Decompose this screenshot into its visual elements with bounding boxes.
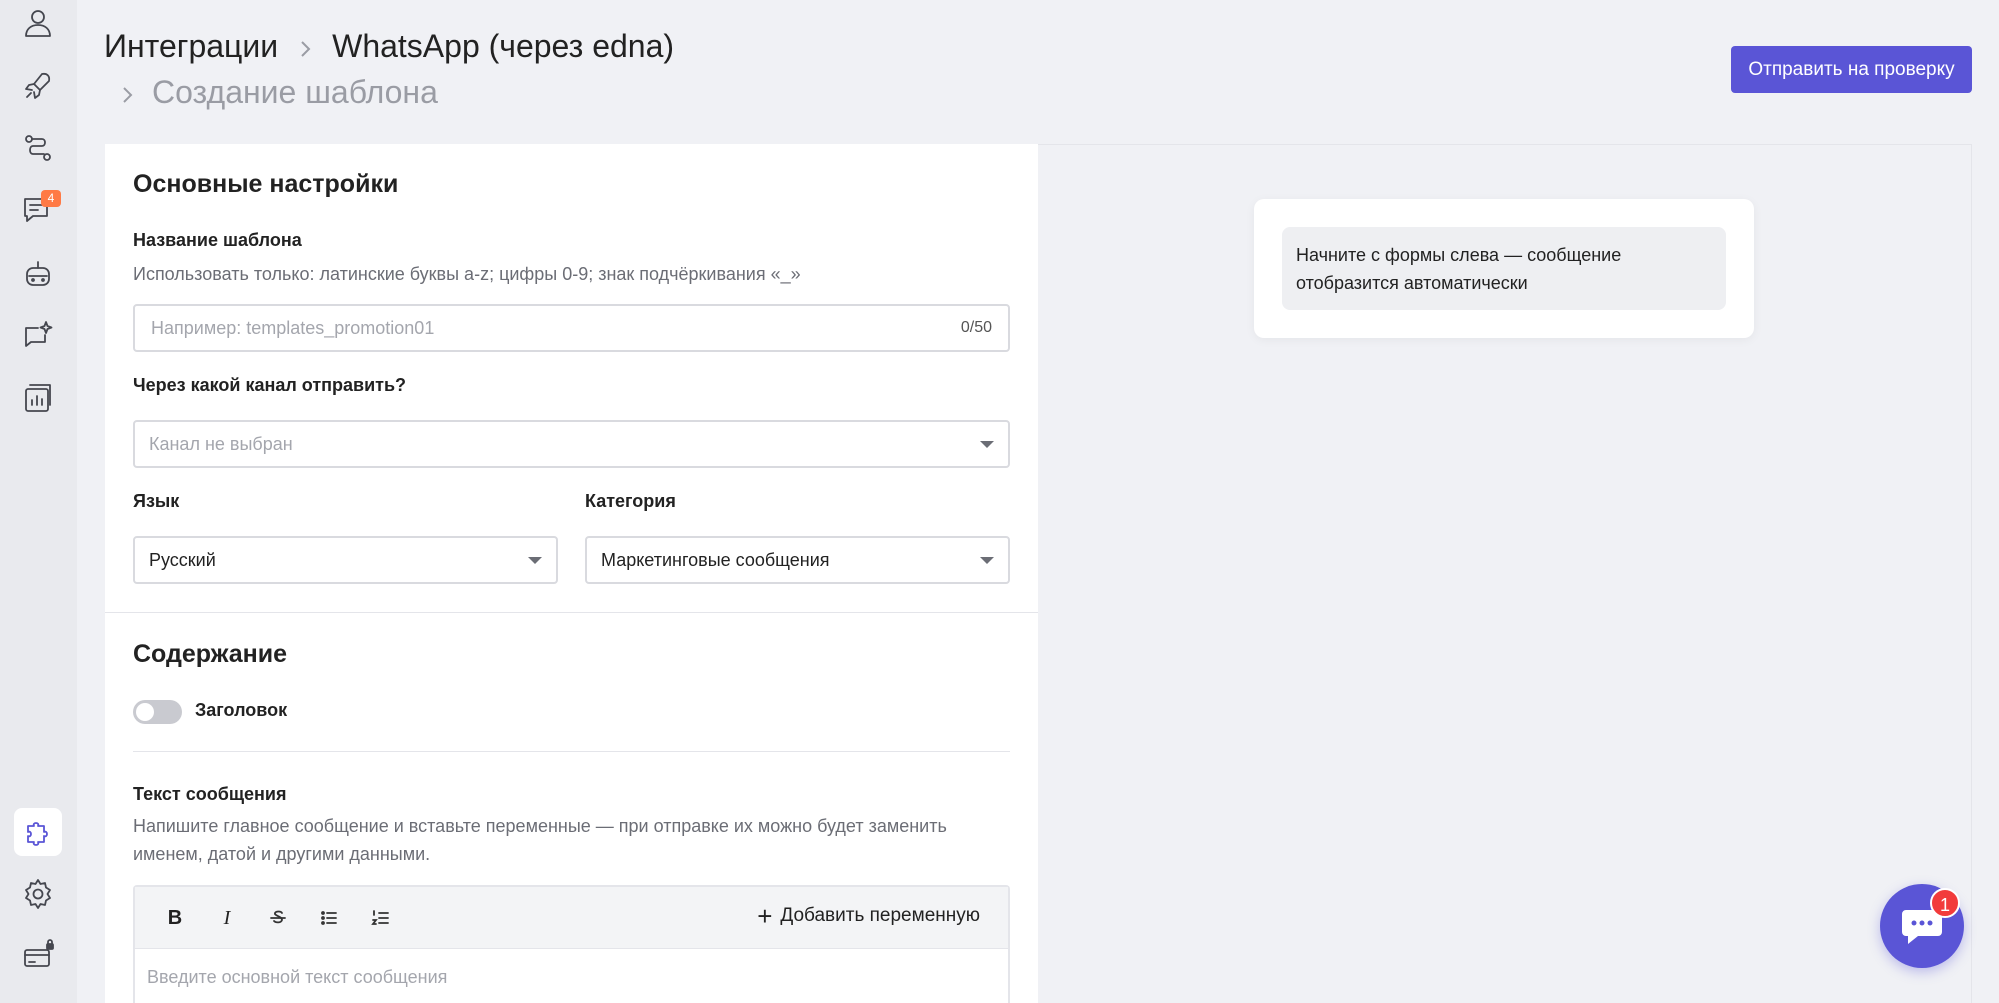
sidebar-item-bots[interactable] bbox=[14, 250, 62, 298]
language-select[interactable]: Русский bbox=[133, 536, 558, 584]
section-divider bbox=[105, 612, 1038, 613]
sidebar-item-settings[interactable] bbox=[14, 870, 62, 918]
template-name-input[interactable]: Например: templates_promotion01 0/50 bbox=[133, 304, 1010, 352]
category-select-value: Маркетинговые сообщения bbox=[601, 549, 830, 570]
channel-select-value: Канал не выбран bbox=[149, 433, 293, 454]
route-icon bbox=[25, 135, 51, 161]
category-select[interactable]: Маркетинговые сообщения bbox=[585, 536, 1010, 584]
bullet-list-button[interactable] bbox=[313, 902, 345, 934]
support-chat-badge: 1 bbox=[1930, 888, 1960, 918]
chevron-down-icon bbox=[528, 556, 542, 564]
sidebar-item-chats[interactable]: 4 bbox=[14, 186, 62, 234]
category-label: Категория bbox=[585, 491, 676, 511]
analytics-icon bbox=[25, 384, 51, 412]
channel-select[interactable]: Канал не выбран bbox=[133, 420, 1010, 468]
preview-message-bubble: Начните с формы слева — сообщение отобра… bbox=[1282, 227, 1726, 310]
basic-settings-title: Основные настройки bbox=[133, 170, 399, 198]
editor-toolbar: B I + Добавить переменную bbox=[135, 887, 1008, 949]
sidebar: 4 bbox=[0, 0, 77, 1003]
breadcrumb-whatsapp[interactable]: WhatsApp (через edna) bbox=[332, 28, 674, 65]
bold-button[interactable]: B bbox=[159, 902, 191, 934]
submit-for-review-button[interactable]: Отправить на проверку bbox=[1731, 46, 1972, 93]
channel-label: Через какой канал отправить? bbox=[133, 375, 407, 395]
chevron-right-icon bbox=[292, 33, 318, 59]
numbered-list-icon bbox=[371, 910, 389, 925]
add-variable-button[interactable]: + Добавить переменную bbox=[757, 901, 980, 931]
language-label: Язык bbox=[133, 491, 180, 511]
template-name-label: Название шаблона bbox=[133, 230, 302, 250]
preview-card: Начните с формы слева — сообщение отобра… bbox=[1254, 199, 1754, 338]
template-name-hint: Использовать только: латинские буквы a-z… bbox=[133, 264, 801, 284]
message-text-hint: Напишите главное сообщение и вставьте пе… bbox=[133, 816, 947, 864]
toggle-knob bbox=[136, 703, 154, 721]
breadcrumb: Интеграции WhatsApp (через edna) Создани… bbox=[104, 24, 674, 114]
puzzle-icon bbox=[27, 822, 48, 846]
sidebar-item-billing[interactable] bbox=[14, 932, 62, 980]
template-form: Основные настройки Название шаблона Испо… bbox=[105, 144, 1038, 1003]
bullet-list-icon bbox=[321, 911, 337, 925]
message-editor: B I + Добавить переменную Введите основн… bbox=[133, 885, 1010, 1003]
message-text-label: Текст сообщения bbox=[133, 784, 287, 804]
language-select-value: Русский bbox=[149, 549, 216, 570]
italic-button[interactable]: I bbox=[211, 902, 243, 934]
message-text-input[interactable]: Введите основной текст сообщения bbox=[135, 949, 1008, 1003]
add-variable-label: Добавить переменную bbox=[780, 905, 980, 926]
char-counter: 0/50 bbox=[960, 319, 992, 336]
strikethrough-icon bbox=[270, 910, 286, 924]
numbered-list-button[interactable] bbox=[365, 902, 397, 934]
strikethrough-button[interactable] bbox=[262, 902, 294, 934]
header-toggle-label: Заголовок bbox=[195, 700, 288, 720]
billing-icon bbox=[24, 939, 54, 967]
bot-icon bbox=[26, 261, 50, 286]
chevron-down-icon bbox=[980, 440, 994, 448]
header-toggle[interactable] bbox=[133, 700, 182, 724]
sidebar-item-contacts[interactable] bbox=[14, 0, 62, 48]
sidebar-item-campaigns[interactable] bbox=[14, 62, 62, 110]
sparkle-chat-icon bbox=[25, 321, 53, 347]
template-name-placeholder: Например: templates_promotion01 bbox=[151, 317, 435, 338]
sidebar-item-integrations[interactable] bbox=[14, 808, 62, 856]
page-title: Создание шаблона bbox=[152, 73, 438, 110]
chats-badge: 4 bbox=[41, 190, 61, 207]
content-divider bbox=[133, 751, 1010, 752]
content-title: Содержание bbox=[133, 640, 288, 668]
rocket-icon bbox=[25, 72, 51, 99]
sidebar-item-ai[interactable] bbox=[14, 312, 62, 360]
users-icon bbox=[25, 10, 51, 37]
sidebar-item-automation[interactable] bbox=[14, 124, 62, 172]
chevron-right-icon bbox=[114, 79, 140, 105]
gear-icon bbox=[25, 879, 51, 909]
sidebar-item-analytics[interactable] bbox=[14, 374, 62, 422]
breadcrumb-integrations[interactable]: Интеграции bbox=[104, 28, 278, 65]
chevron-down-icon bbox=[980, 556, 994, 564]
plus-icon: + bbox=[757, 901, 773, 931]
